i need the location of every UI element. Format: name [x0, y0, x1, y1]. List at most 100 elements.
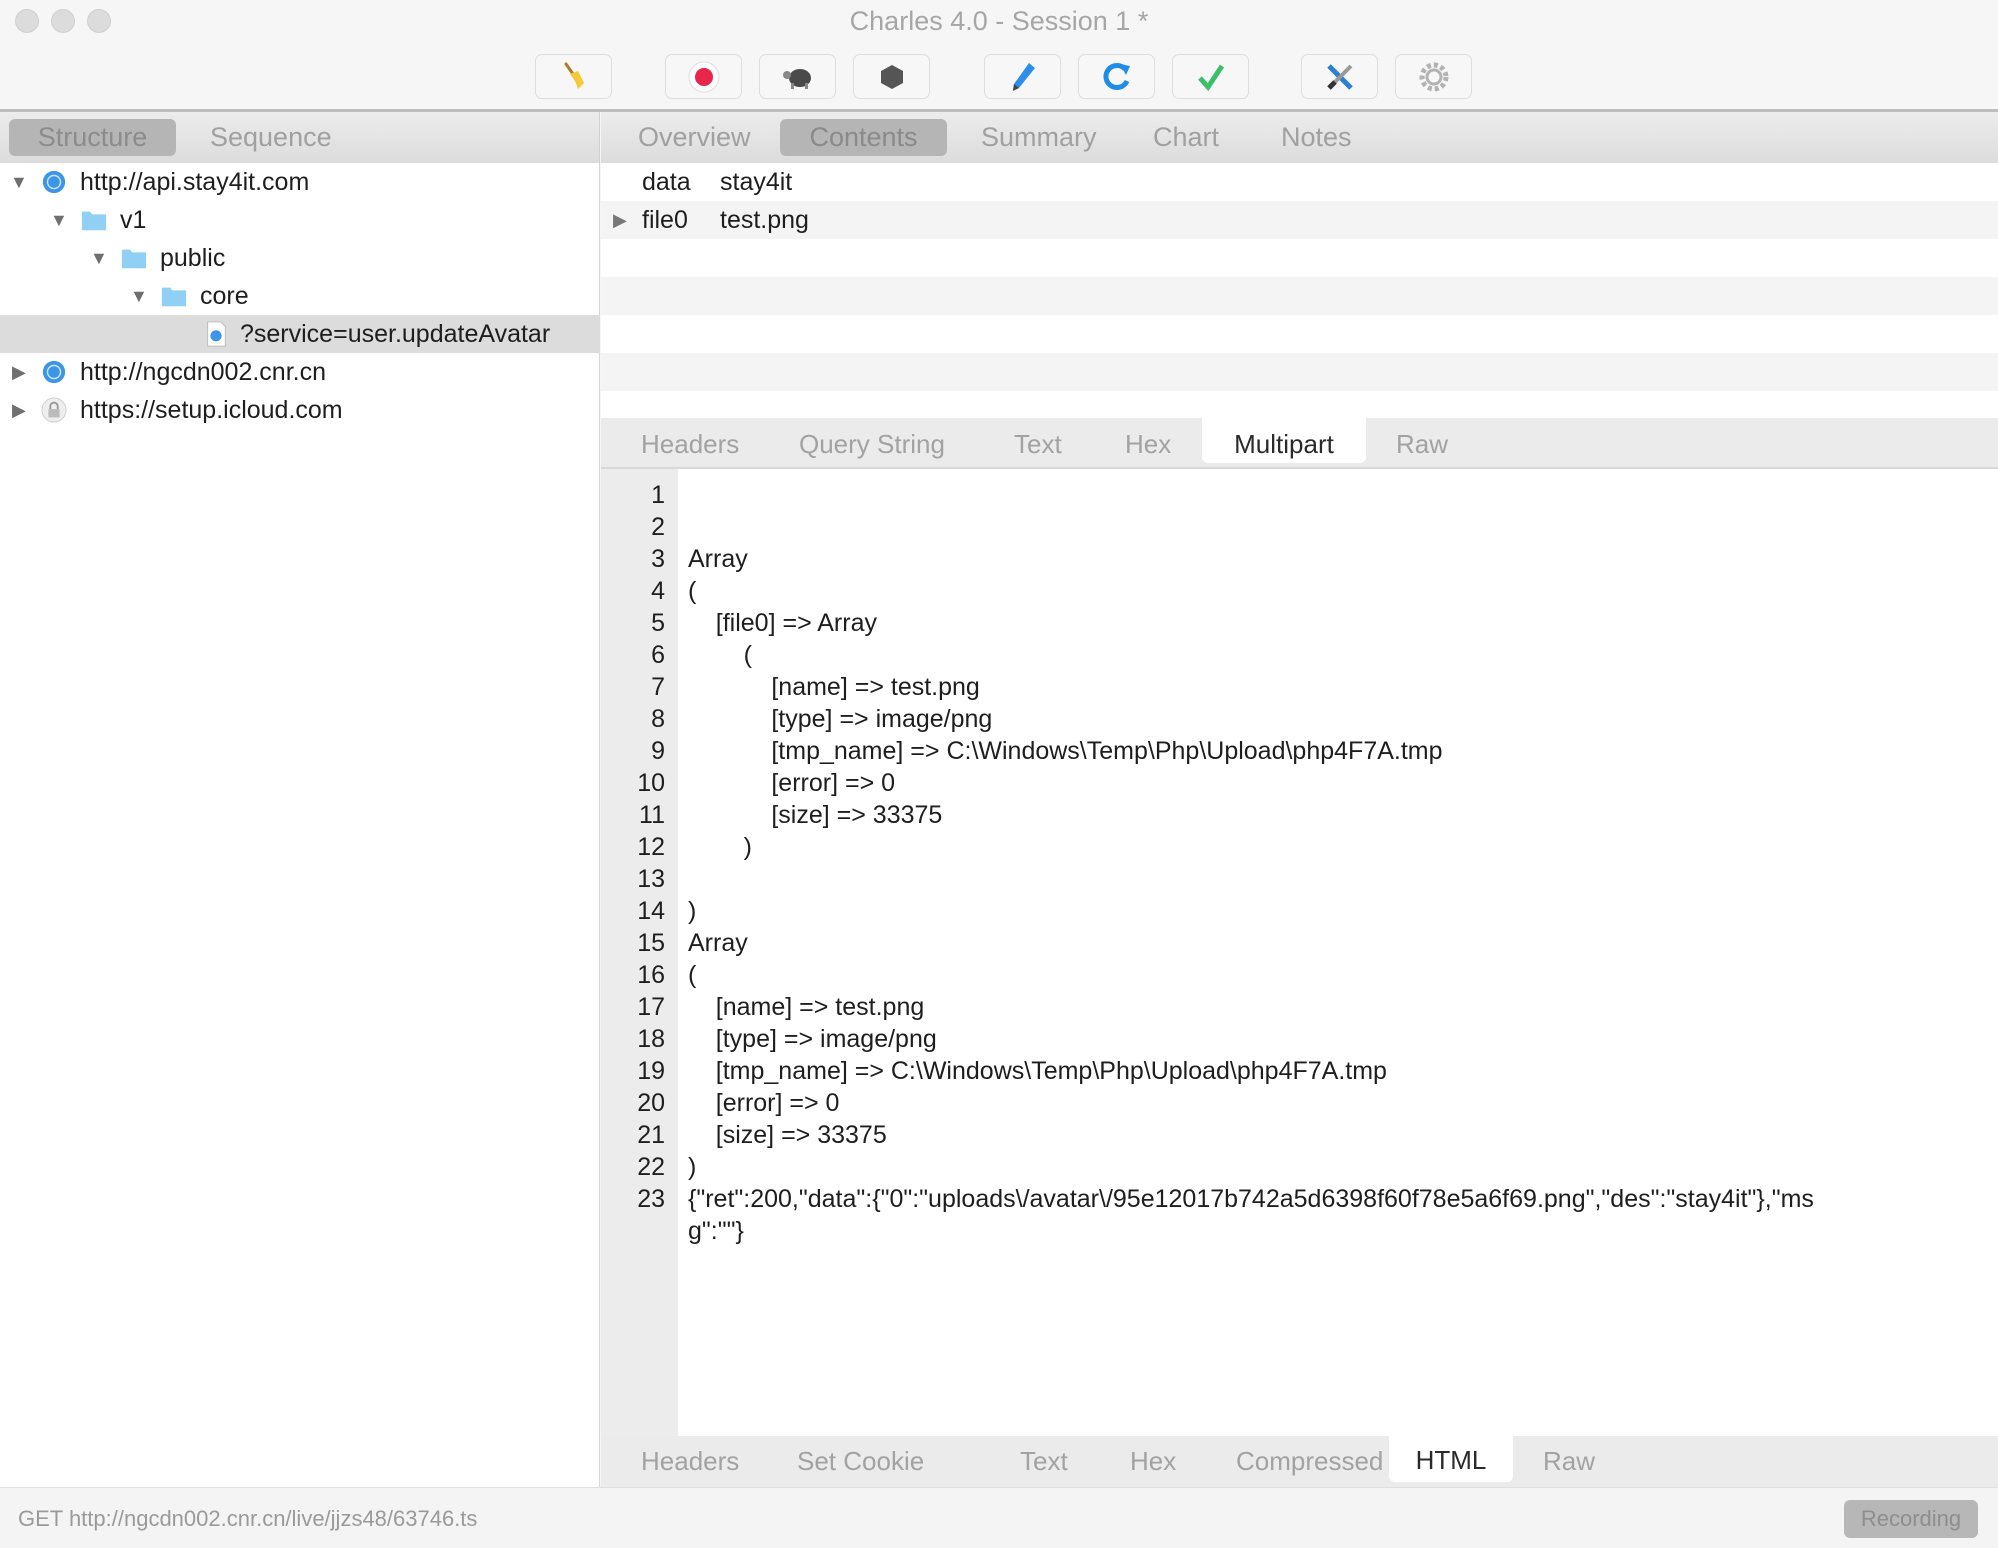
code-line: ) — [688, 833, 752, 861]
form-key: file0 — [642, 206, 688, 234]
breakpoint-hexagon-icon — [880, 64, 903, 89]
tree-item-update-avatar[interactable]: ?service=user.updateAvatar — [0, 315, 600, 353]
response-tab-compressed[interactable]: Compressed — [1206, 1436, 1413, 1487]
status-text: GET http://ngcdn002.cnr.cn/live/jjzs48/6… — [18, 1506, 478, 1531]
left-tab-bar: Structure Sequence — [0, 112, 600, 163]
code-line: ( — [688, 961, 697, 989]
tab-chart[interactable]: Chart — [1131, 119, 1241, 156]
response-tab-headers[interactable]: Headers — [611, 1436, 769, 1487]
tools-icon — [1326, 63, 1353, 90]
disclosure-expanded-icon[interactable]: ▼ — [130, 277, 148, 315]
tab-structure[interactable]: Structure — [9, 119, 176, 156]
response-tab-html[interactable]: HTML — [1389, 1436, 1513, 1482]
request-file-icon — [207, 321, 226, 347]
disclosure-expanded-icon[interactable]: ▼ — [90, 239, 108, 277]
compose-button[interactable] — [984, 54, 1061, 99]
form-key: data — [642, 168, 691, 196]
disclosure-collapsed-icon[interactable]: ▶ — [12, 391, 26, 429]
refresh-icon — [1102, 62, 1130, 90]
line-number: 6 — [651, 641, 665, 669]
disclosure-collapsed-icon[interactable]: ▶ — [12, 353, 26, 391]
pen-icon — [1012, 62, 1035, 91]
empty-row — [601, 315, 1998, 353]
response-tab-bar: Headers Set Cookie Text Hex Compressed H… — [601, 1436, 1998, 1487]
tree-item-core[interactable]: ▼ core — [0, 277, 600, 315]
line-number: 21 — [637, 1121, 665, 1149]
title-bar: Charles 4.0 - Session 1 * — [0, 0, 1998, 112]
tab-notes[interactable]: Notes — [1259, 119, 1374, 156]
code-line: [tmp_name] => C:\Windows\Temp\Php\Upload… — [688, 1057, 1387, 1085]
line-number: 23 — [637, 1185, 665, 1213]
response-tab-text[interactable]: Text — [990, 1436, 1098, 1487]
line-number: 12 — [637, 833, 665, 861]
disclosure-expanded-icon[interactable]: ▼ — [10, 163, 28, 201]
code-line: [error] => 0 — [688, 769, 896, 797]
empty-row — [601, 239, 1998, 277]
response-tab-raw[interactable]: Raw — [1513, 1436, 1625, 1487]
table-row[interactable]: data stay4it — [601, 163, 1998, 201]
code-line: [type] => image/png — [688, 705, 993, 733]
code-line: ) — [688, 897, 697, 925]
request-tab-text[interactable]: Text — [984, 418, 1092, 467]
breakpoints-button[interactable] — [853, 54, 930, 99]
tree-item-setup-icloud[interactable]: ▶ https://setup.icloud.com — [0, 391, 600, 429]
code-line: {"ret":200,"data":{"0":"uploads\/avatar\… — [688, 1185, 1814, 1213]
tree-item-v1[interactable]: ▼ v1 — [0, 201, 600, 239]
code-line: [name] => test.png — [688, 673, 980, 701]
window-title: Charles 4.0 - Session 1 * — [849, 6, 1149, 36]
repeat-button[interactable] — [1078, 54, 1155, 99]
line-number: 11 — [639, 801, 665, 829]
code-line: Array — [688, 929, 748, 957]
line-number: 16 — [637, 961, 665, 989]
request-tab-headers[interactable]: Headers — [611, 418, 769, 467]
line-number: 22 — [637, 1153, 665, 1181]
request-tab-query-string[interactable]: Query String — [769, 418, 975, 467]
charles-window: Charles 4.0 - Session 1 * Structure Sequ… — [0, 0, 1998, 1548]
line-number: 5 — [651, 609, 665, 637]
record-button[interactable] — [665, 54, 742, 99]
clear-session-button[interactable] — [535, 54, 612, 99]
tab-overview[interactable]: Overview — [616, 119, 773, 156]
request-tab-hex[interactable]: Hex — [1095, 418, 1201, 467]
gear-icon — [1419, 62, 1448, 91]
tools-button[interactable] — [1301, 54, 1378, 99]
line-number: 8 — [651, 705, 665, 733]
validate-button[interactable] — [1172, 54, 1249, 99]
broom-icon — [564, 62, 584, 89]
table-row[interactable]: ▶ file0 test.png — [601, 201, 1998, 239]
request-tab-raw[interactable]: Raw — [1366, 418, 1478, 467]
tab-summary[interactable]: Summary — [959, 119, 1119, 156]
disclosure-expanded-icon[interactable]: ▼ — [50, 201, 68, 239]
tree-item-public[interactable]: ▼ public — [0, 239, 600, 277]
code-line: ( — [688, 577, 697, 605]
throttle-button[interactable] — [759, 54, 836, 99]
response-tab-set-cookie[interactable]: Set Cookie — [767, 1436, 954, 1487]
code-line: ) — [688, 1153, 697, 1181]
request-tab-multipart[interactable]: Multipart — [1202, 418, 1366, 463]
tab-contents[interactable]: Contents — [780, 119, 947, 156]
request-tab-bar: Headers Query String Text Hex Multipart … — [601, 418, 1998, 469]
line-number: 14 — [637, 897, 665, 925]
code-line: [name] => test.png — [688, 993, 925, 1021]
folder-icon — [161, 287, 187, 307]
multipart-text-view[interactable]: 1 2 3 Array 4(5 [file0] => Array 6 (7 [name] … — [601, 469, 1998, 1436]
form-value: test.png — [720, 206, 809, 234]
tree-item-ngcdn002[interactable]: ▶ http://ngcdn002.cnr.cn — [0, 353, 600, 391]
turtle-icon — [782, 68, 811, 89]
structure-tree: ▼ http://api.stay4it.com ▼ v1 ▼ public ▼… — [0, 163, 600, 1487]
status-bar: GET http://ngcdn002.cnr.cn/live/jjzs48/6… — [0, 1487, 1998, 1548]
response-tab-hex[interactable]: Hex — [1100, 1436, 1206, 1487]
code-line: [type] => image/png — [688, 1025, 937, 1053]
recording-button[interactable]: Recording — [1844, 1500, 1978, 1538]
code-line: [tmp_name] => C:\Windows\Temp\Php\Upload… — [688, 737, 1443, 765]
settings-button[interactable] — [1395, 54, 1472, 99]
contents-pane: data stay4it ▶ file0 test.png Headers Qu… — [601, 163, 1998, 1487]
line-number: 4 — [651, 577, 665, 605]
line-number: 13 — [637, 865, 665, 893]
empty-row — [601, 353, 1998, 391]
line-number: 9 — [651, 737, 665, 765]
line-number: 20 — [637, 1089, 665, 1117]
disclosure-collapsed-icon[interactable]: ▶ — [613, 201, 627, 239]
tab-sequence[interactable]: Sequence — [188, 119, 354, 156]
tree-item-api-stay4it[interactable]: ▼ http://api.stay4it.com — [0, 163, 600, 201]
